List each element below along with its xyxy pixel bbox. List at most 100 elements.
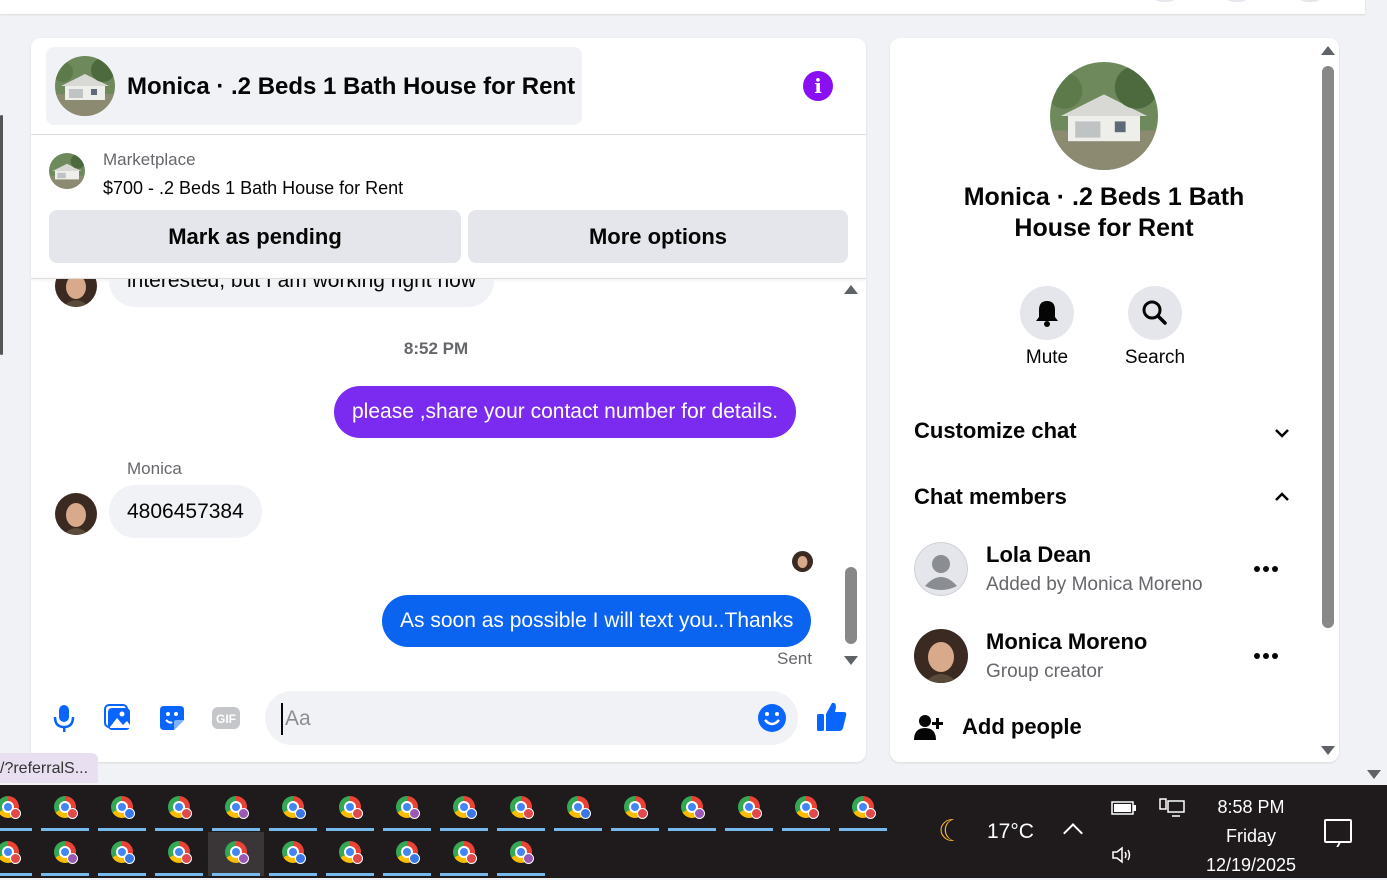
avatar[interactable]	[914, 629, 968, 683]
chrome-taskbar-button[interactable]	[436, 787, 492, 831]
search-button[interactable]	[1128, 286, 1182, 340]
details-scrollbar-thumb[interactable]	[1322, 66, 1334, 628]
chrome-taskbar-button[interactable]	[664, 787, 720, 831]
member-subtitle: Group creator	[986, 661, 1104, 682]
temperature[interactable]: 17°C	[987, 820, 1034, 844]
mark-as-pending-button[interactable]: Mark as pending	[49, 210, 461, 263]
message-bubble-outgoing[interactable]: As soon as possible I will text you..Tha…	[382, 595, 812, 647]
more-options-icon[interactable]	[1252, 564, 1280, 574]
top-shortcut-2[interactable]	[1222, 0, 1252, 2]
running-indicator	[326, 828, 374, 831]
chat-members-section[interactable]: Chat members	[914, 484, 1067, 510]
chrome-taskbar-button[interactable]	[37, 832, 93, 876]
system-clock[interactable]: 8:58 PM Friday 12/19/2025	[1190, 793, 1312, 880]
page-scroll-down-arrow[interactable]	[1367, 770, 1381, 779]
profile-badge-icon	[409, 808, 420, 819]
more-options-button[interactable]: More options	[468, 210, 848, 263]
chrome-taskbar-button[interactable]	[436, 832, 492, 876]
member-name[interactable]: Lola Dean	[986, 542, 1091, 568]
info-icon[interactable]: i	[803, 71, 833, 101]
chrome-taskbar-button[interactable]	[550, 787, 606, 831]
scroll-down-arrow[interactable]	[844, 656, 858, 665]
chrome-taskbar-button[interactable]	[265, 832, 321, 876]
running-indicator	[98, 873, 146, 876]
chrome-taskbar-button[interactable]	[322, 787, 378, 831]
chrome-taskbar-button[interactable]	[322, 832, 378, 876]
running-indicator	[440, 873, 488, 876]
chrome-taskbar-button[interactable]	[208, 832, 264, 876]
conversation-header[interactable]: Monica · .2 Beds 1 Bath House for Rent	[46, 47, 582, 125]
chrome-taskbar-button[interactable]	[0, 787, 36, 831]
windows-taskbar: ☾ 17°C 8:58 PM Friday 12/19/2025	[0, 785, 1387, 878]
chrome-taskbar-button[interactable]	[0, 832, 36, 876]
message-bubble-outgoing[interactable]: please ,share your contact number for de…	[334, 386, 797, 438]
clock-day: Friday	[1225, 826, 1276, 846]
member-name[interactable]: Monica Moreno	[986, 629, 1147, 655]
message-bubble-incoming[interactable]: interested, but I am working right now	[109, 279, 495, 307]
message-input[interactable]	[281, 703, 737, 735]
chrome-taskbar-button[interactable]	[835, 787, 891, 831]
more-options-icon[interactable]	[1252, 651, 1280, 661]
message-composer[interactable]	[265, 691, 798, 745]
running-indicator	[839, 828, 887, 831]
moon-icon[interactable]: ☾	[938, 814, 965, 849]
message-bubble-incoming[interactable]: 4806457384	[109, 485, 262, 538]
battery-icon[interactable]	[1111, 801, 1137, 815]
profile-badge-icon	[751, 808, 762, 819]
chrome-taskbar-button[interactable]	[151, 832, 207, 876]
chrome-taskbar-button[interactable]	[208, 787, 264, 831]
photo-icon[interactable]	[102, 702, 134, 734]
profile-badge-icon	[808, 808, 819, 819]
chrome-taskbar-button[interactable]	[379, 832, 435, 876]
avatar[interactable]	[55, 493, 97, 535]
chrome-taskbar-button[interactable]	[778, 787, 834, 831]
profile-badge-icon	[409, 853, 420, 864]
profile-badge-icon	[238, 853, 249, 864]
house-avatar-large[interactable]	[1050, 62, 1158, 170]
chevron-down-icon[interactable]	[1272, 423, 1292, 443]
chrome-taskbar-button[interactable]	[607, 787, 663, 831]
scroll-up-arrow[interactable]	[1321, 46, 1335, 55]
top-shortcut-1[interactable]	[1150, 0, 1180, 2]
listing-title[interactable]: $700 - .2 Beds 1 Bath House for Rent	[103, 178, 403, 199]
listing-thumbnail[interactable]	[49, 153, 85, 189]
profile-badge-icon	[637, 808, 648, 819]
message-list[interactable]: interested, but I am working right now 8…	[31, 279, 866, 675]
notification-center-icon[interactable]	[1324, 819, 1352, 843]
customize-chat-section[interactable]: Customize chat	[914, 418, 1077, 444]
profile-avatar[interactable]	[1295, 0, 1325, 2]
chrome-taskbar-button[interactable]	[379, 787, 435, 831]
chrome-taskbar-button[interactable]	[94, 832, 150, 876]
chrome-taskbar-button[interactable]	[37, 787, 93, 831]
profile-badge-icon	[523, 808, 534, 819]
scroll-up-arrow[interactable]	[844, 285, 858, 294]
scroll-down-arrow[interactable]	[1321, 746, 1335, 755]
message-scrollbar-thumb[interactable]	[845, 567, 857, 644]
profile-badge-icon	[124, 853, 135, 864]
add-people-button[interactable]: Add people	[962, 714, 1082, 740]
avatar[interactable]	[55, 279, 97, 307]
sticker-icon[interactable]	[156, 702, 188, 734]
left-sidebar-scrollbar[interactable]	[0, 115, 3, 355]
chrome-taskbar-button[interactable]	[721, 787, 777, 831]
mute-button[interactable]	[1020, 286, 1074, 340]
gif-icon[interactable]: GIF	[210, 702, 242, 734]
chrome-taskbar-button[interactable]	[265, 787, 321, 831]
emoji-icon[interactable]	[757, 703, 787, 733]
add-person-icon[interactable]	[914, 712, 944, 742]
show-hidden-icons-icon[interactable]	[1063, 823, 1083, 843]
profile-badge-icon	[694, 808, 705, 819]
like-icon[interactable]	[815, 700, 849, 734]
profile-badge-icon	[238, 808, 249, 819]
chrome-taskbar-button[interactable]	[493, 832, 549, 876]
profile-badge-icon	[865, 808, 876, 819]
avatar[interactable]	[914, 542, 968, 596]
sender-name: Monica	[127, 459, 182, 478]
chevron-up-icon[interactable]	[1272, 487, 1292, 507]
volume-icon[interactable]	[1111, 845, 1135, 865]
network-icon[interactable]	[1158, 797, 1186, 819]
chrome-taskbar-button[interactable]	[94, 787, 150, 831]
chrome-taskbar-button[interactable]	[151, 787, 207, 831]
chrome-taskbar-button[interactable]	[493, 787, 549, 831]
microphone-icon[interactable]	[48, 702, 80, 734]
